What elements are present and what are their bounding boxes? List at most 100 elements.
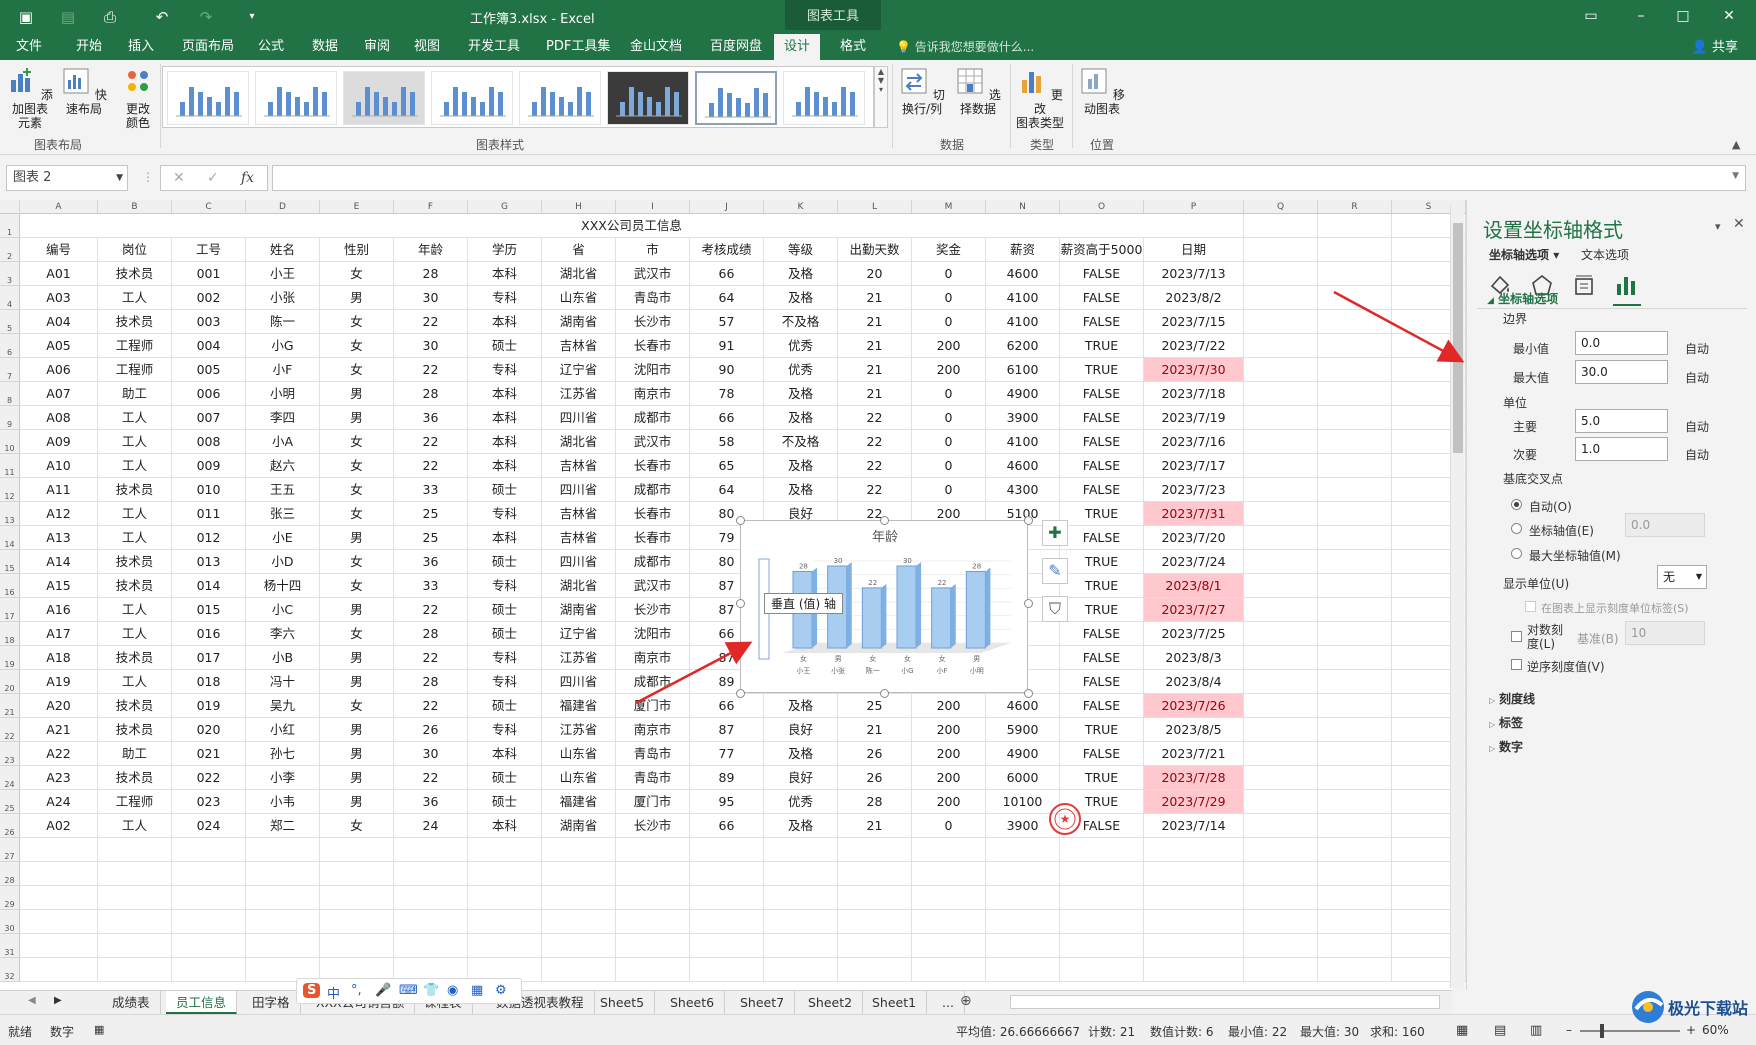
cell[interactable]: 4600 — [986, 694, 1060, 718]
header-cell[interactable]: 奖金 — [912, 238, 986, 262]
cell[interactable] — [320, 862, 394, 886]
header-cell[interactable]: 学历 — [468, 238, 542, 262]
cell[interactable]: 技术员 — [98, 550, 172, 574]
cell[interactable] — [838, 838, 912, 862]
cell[interactable]: 013 — [172, 550, 246, 574]
minor-unit-input[interactable]: 1.0 — [1575, 437, 1668, 461]
cell[interactable]: 吉林省 — [542, 502, 616, 526]
tab-1[interactable]: 开始 — [76, 36, 102, 58]
cell[interactable] — [1318, 358, 1392, 382]
tab-13[interactable]: 格式 — [840, 36, 866, 58]
pane-options-icon[interactable]: ▾ — [1715, 220, 1721, 233]
cell[interactable] — [1318, 742, 1392, 766]
cell[interactable]: 200 — [912, 694, 986, 718]
cell[interactable]: 200 — [912, 766, 986, 790]
row-header[interactable]: 25 — [0, 790, 20, 814]
resize-handle[interactable] — [1024, 516, 1033, 525]
row-header[interactable]: 19 — [0, 646, 20, 670]
cell[interactable] — [764, 958, 838, 982]
cell[interactable]: A04 — [20, 310, 98, 334]
cell[interactable]: 湖南省 — [542, 310, 616, 334]
header-cell[interactable]: 编号 — [20, 238, 98, 262]
cell[interactable]: 6000 — [986, 766, 1060, 790]
cell[interactable]: 男 — [320, 766, 394, 790]
cell[interactable]: 硕士 — [468, 598, 542, 622]
cell[interactable] — [690, 958, 764, 982]
cell[interactable]: 4300 — [986, 478, 1060, 502]
cell[interactable] — [320, 886, 394, 910]
cell[interactable]: 36 — [394, 406, 468, 430]
cell[interactable] — [1244, 238, 1318, 262]
cell[interactable]: 30 — [394, 286, 468, 310]
cell[interactable] — [1244, 910, 1318, 934]
cell[interactable] — [690, 886, 764, 910]
cell[interactable] — [246, 862, 320, 886]
cell[interactable]: 2023/7/13 — [1144, 262, 1244, 286]
cell[interactable]: 022 — [172, 766, 246, 790]
cell[interactable]: A03 — [20, 286, 98, 310]
cell[interactable] — [1060, 934, 1144, 958]
row-header[interactable]: 1 — [0, 214, 20, 238]
cell[interactable]: 专科 — [468, 358, 542, 382]
cell[interactable]: 2023/7/30 — [1144, 358, 1244, 382]
cell[interactable]: A09 — [20, 430, 98, 454]
cell[interactable]: FALSE — [1060, 310, 1144, 334]
column-header[interactable]: L — [838, 200, 912, 214]
row-header[interactable]: 23 — [0, 742, 20, 766]
cell[interactable] — [1144, 886, 1244, 910]
ime-gear-icon[interactable]: ⚙ — [495, 983, 507, 998]
cell[interactable]: 0 — [912, 286, 986, 310]
vertical-scrollbar[interactable] — [1450, 205, 1464, 988]
cell[interactable] — [1244, 262, 1318, 286]
cell[interactable]: A16 — [20, 598, 98, 622]
cell[interactable] — [542, 838, 616, 862]
cell[interactable]: 专科 — [468, 286, 542, 310]
cell[interactable]: 女 — [320, 550, 394, 574]
cell[interactable]: 孙七 — [246, 742, 320, 766]
cell[interactable]: A22 — [20, 742, 98, 766]
cell[interactable] — [912, 910, 986, 934]
cell[interactable]: 江苏省 — [542, 718, 616, 742]
cell[interactable] — [542, 886, 616, 910]
cell[interactable]: 66 — [690, 262, 764, 286]
row-header[interactable]: 18 — [0, 622, 20, 646]
close-button[interactable]: ✕ — [1712, 6, 1746, 26]
cell[interactable]: 长春市 — [616, 454, 690, 478]
cell[interactable]: 本科 — [468, 262, 542, 286]
cell[interactable] — [1244, 454, 1318, 478]
cell[interactable]: 015 — [172, 598, 246, 622]
cell[interactable]: 003 — [172, 310, 246, 334]
cell[interactable] — [1244, 478, 1318, 502]
ime-S-icon[interactable]: S — [303, 983, 321, 998]
cell[interactable]: 优秀 — [764, 358, 838, 382]
column-header[interactable]: J — [690, 200, 764, 214]
cell[interactable]: 2023/7/31 — [1144, 502, 1244, 526]
cell[interactable]: 018 — [172, 670, 246, 694]
formula-input[interactable]: ▼ — [272, 165, 1746, 191]
cell[interactable] — [1318, 550, 1392, 574]
cell[interactable] — [1144, 862, 1244, 886]
cell[interactable]: 78 — [690, 382, 764, 406]
expand-formula-icon[interactable]: ▼ — [1732, 171, 1739, 181]
cell[interactable]: 女 — [320, 310, 394, 334]
cell[interactable]: 2023/7/28 — [1144, 766, 1244, 790]
cross-value-radio[interactable] — [1511, 523, 1522, 534]
cell[interactable]: 001 — [172, 262, 246, 286]
maximize-button[interactable]: □ — [1666, 6, 1700, 26]
cell[interactable]: 2023/8/2 — [1144, 286, 1244, 310]
cell[interactable]: FALSE — [1060, 454, 1144, 478]
header-cell[interactable]: 出勤天数 — [838, 238, 912, 262]
cell[interactable]: A14 — [20, 550, 98, 574]
cell[interactable] — [690, 934, 764, 958]
cell[interactable] — [1318, 310, 1392, 334]
reverse-order-checkbox[interactable] — [1511, 659, 1522, 670]
cell[interactable]: 0 — [912, 262, 986, 286]
cell[interactable]: 002 — [172, 286, 246, 310]
cell[interactable] — [1318, 718, 1392, 742]
cell[interactable]: 2023/7/19 — [1144, 406, 1244, 430]
cell[interactable] — [1060, 910, 1144, 934]
cell[interactable]: 小G — [246, 334, 320, 358]
cell[interactable]: 28 — [838, 790, 912, 814]
cell[interactable] — [912, 958, 986, 982]
cell[interactable] — [1244, 358, 1318, 382]
